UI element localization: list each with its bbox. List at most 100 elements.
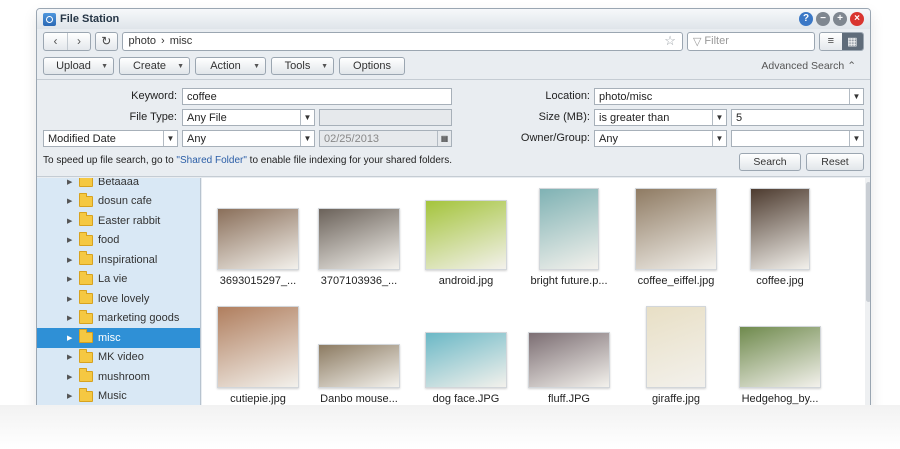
owner-select[interactable]: Any ▼ [594, 130, 727, 147]
minimize-icon[interactable]: − [816, 12, 830, 26]
tree-item-label: Music [98, 390, 127, 403]
favorite-star-icon[interactable]: ☆ [664, 33, 676, 49]
path-leaf[interactable]: misc [170, 35, 193, 47]
size-input[interactable]: 5 [731, 109, 864, 126]
window-title: File Station [60, 13, 120, 25]
folder-icon [79, 329, 93, 344]
thumbnail-image[interactable] [750, 188, 810, 270]
upload-button[interactable]: Upload ▼ [43, 57, 114, 75]
keyword-input[interactable]: coffee [182, 88, 452, 105]
expand-arrow-icon[interactable]: ▶ [67, 275, 79, 283]
thumbnail-image[interactable] [425, 332, 507, 388]
file-tile[interactable]: dog face.JPG [412, 332, 520, 405]
file-tile[interactable]: bright future.p... [515, 188, 623, 287]
tree-item[interactable]: ▶ Inspirational [37, 250, 200, 270]
thumbnail-image[interactable] [739, 326, 821, 388]
hint-text-start: To speed up file search, go to [43, 155, 177, 166]
expand-arrow-icon[interactable]: ▶ [67, 295, 79, 303]
thumbnail-image[interactable] [217, 306, 299, 388]
reset-button[interactable]: Reset [806, 153, 864, 171]
expand-arrow-icon[interactable]: ▶ [67, 314, 79, 322]
tree-item[interactable]: ▶ Music [37, 387, 200, 407]
thumbnail-image[interactable] [635, 188, 717, 270]
advanced-search-label: Advanced Search [761, 60, 845, 72]
file-tile[interactable]: Hedgehog_by... [726, 326, 834, 405]
expand-arrow-icon[interactable]: ▶ [67, 373, 79, 381]
tree-item-label: marketing goods [98, 312, 180, 325]
path-root[interactable]: photo [129, 35, 157, 47]
file-tile[interactable]: giraffe.jpg [622, 306, 730, 405]
tree-item[interactable]: ▶ mushroom [37, 367, 200, 387]
file-tile[interactable]: cutiepie.jpg [204, 306, 312, 405]
thumbnail-image[interactable] [425, 200, 507, 270]
back-button[interactable]: ‹ [44, 33, 67, 50]
file-tile[interactable]: fluff.JPG [515, 332, 623, 405]
expand-arrow-icon[interactable]: ▶ [67, 353, 79, 361]
folder-icon [79, 368, 93, 383]
help-icon[interactable]: ? [799, 12, 813, 26]
tools-button[interactable]: Tools ▼ [271, 57, 334, 75]
tree-item[interactable]: ▶ food [37, 231, 200, 251]
thumbnail-image[interactable] [539, 188, 599, 270]
tree-item-label: dosun cafe [98, 195, 152, 208]
file-name: 3707103936_... [320, 275, 398, 287]
file-type-select[interactable]: Any File ▼ [182, 109, 315, 126]
expand-arrow-icon[interactable]: ▶ [67, 217, 79, 225]
size-operator-select[interactable]: is greater than ▼ [594, 109, 727, 126]
file-name: cutiepie.jpg [230, 393, 286, 405]
folder-icon [79, 387, 93, 402]
shared-folder-link[interactable]: "Shared Folder" [176, 155, 246, 166]
expand-arrow-icon[interactable]: ▶ [67, 197, 79, 205]
tree-item[interactable]: ▶ love lovely [37, 289, 200, 309]
tree-item[interactable]: ▶ MK video [37, 348, 200, 368]
refresh-button[interactable]: ↻ [95, 31, 118, 51]
forward-button[interactable]: › [67, 32, 90, 50]
filter-input[interactable]: ▽ Filter [686, 31, 816, 51]
date-type-select[interactable]: Modified Date ▼ [43, 130, 178, 147]
file-grid: 3693015297_... 3707103936_... android.jpg b… [202, 178, 870, 412]
tree-item[interactable]: ▶ Easter rabbit [37, 211, 200, 231]
tree-item[interactable]: ▶ misc [37, 328, 200, 348]
file-name: fluff.JPG [548, 393, 590, 405]
date-range-select[interactable]: Any ▼ [182, 130, 315, 147]
tree-item[interactable]: ▶ marketing goods [37, 309, 200, 329]
search-button[interactable]: Search [739, 153, 801, 171]
thumbnail-image[interactable] [646, 306, 706, 388]
expand-arrow-icon[interactable]: ▶ [67, 392, 79, 400]
file-tile[interactable]: coffee.jpg [726, 188, 834, 287]
tree-item[interactable]: ▶ Betaaaa [37, 178, 200, 192]
action-button[interactable]: Action ▼ [195, 57, 266, 75]
thumbnail-image[interactable] [217, 208, 299, 270]
file-name: Danbo mouse... [320, 393, 398, 405]
expand-arrow-icon[interactable]: ▶ [67, 256, 79, 264]
file-tile[interactable]: Danbo mouse... [305, 344, 413, 405]
file-tile[interactable]: coffee_eiffel.jpg [622, 188, 730, 287]
group-select[interactable]: ▼ [731, 130, 864, 147]
tree-item[interactable]: ▶ dosun cafe [37, 192, 200, 212]
thumbnail-view-icon[interactable]: ▦ [841, 32, 864, 50]
thumbnail-image[interactable] [528, 332, 610, 388]
file-tile[interactable]: 3707103936_... [305, 208, 413, 287]
location-select[interactable]: photo/misc ▼ [594, 88, 864, 105]
file-tile[interactable]: 3693015297_... [204, 208, 312, 287]
thumbnail-image[interactable] [318, 344, 400, 388]
path-bar[interactable]: photo › misc ☆ [121, 31, 683, 51]
maximize-icon[interactable]: + [833, 12, 847, 26]
vertical-scrollbar[interactable] [865, 178, 870, 412]
indexing-hint: To speed up file search, go to "Shared F… [43, 155, 452, 166]
expand-arrow-icon[interactable]: ▶ [67, 334, 79, 342]
folder-icon [79, 270, 93, 285]
options-button[interactable]: Options [339, 57, 405, 75]
expand-arrow-icon[interactable]: ▶ [67, 236, 79, 244]
file-tile[interactable]: android.jpg [412, 200, 520, 287]
collapse-chevron-icon: ⌃ [847, 60, 856, 72]
create-button[interactable]: Create ▼ [119, 57, 190, 75]
file-name: 3693015297_... [219, 275, 297, 287]
expand-arrow-icon[interactable]: ▶ [67, 178, 79, 186]
thumbnail-image[interactable] [318, 208, 400, 270]
advanced-search-toggle[interactable]: Advanced Search ⌃ [761, 60, 864, 72]
list-view-icon[interactable]: ≡ [820, 32, 842, 50]
tree-item[interactable]: ▶ La vie [37, 270, 200, 290]
scrollbar-thumb[interactable] [866, 182, 870, 302]
close-icon[interactable]: × [850, 12, 864, 26]
